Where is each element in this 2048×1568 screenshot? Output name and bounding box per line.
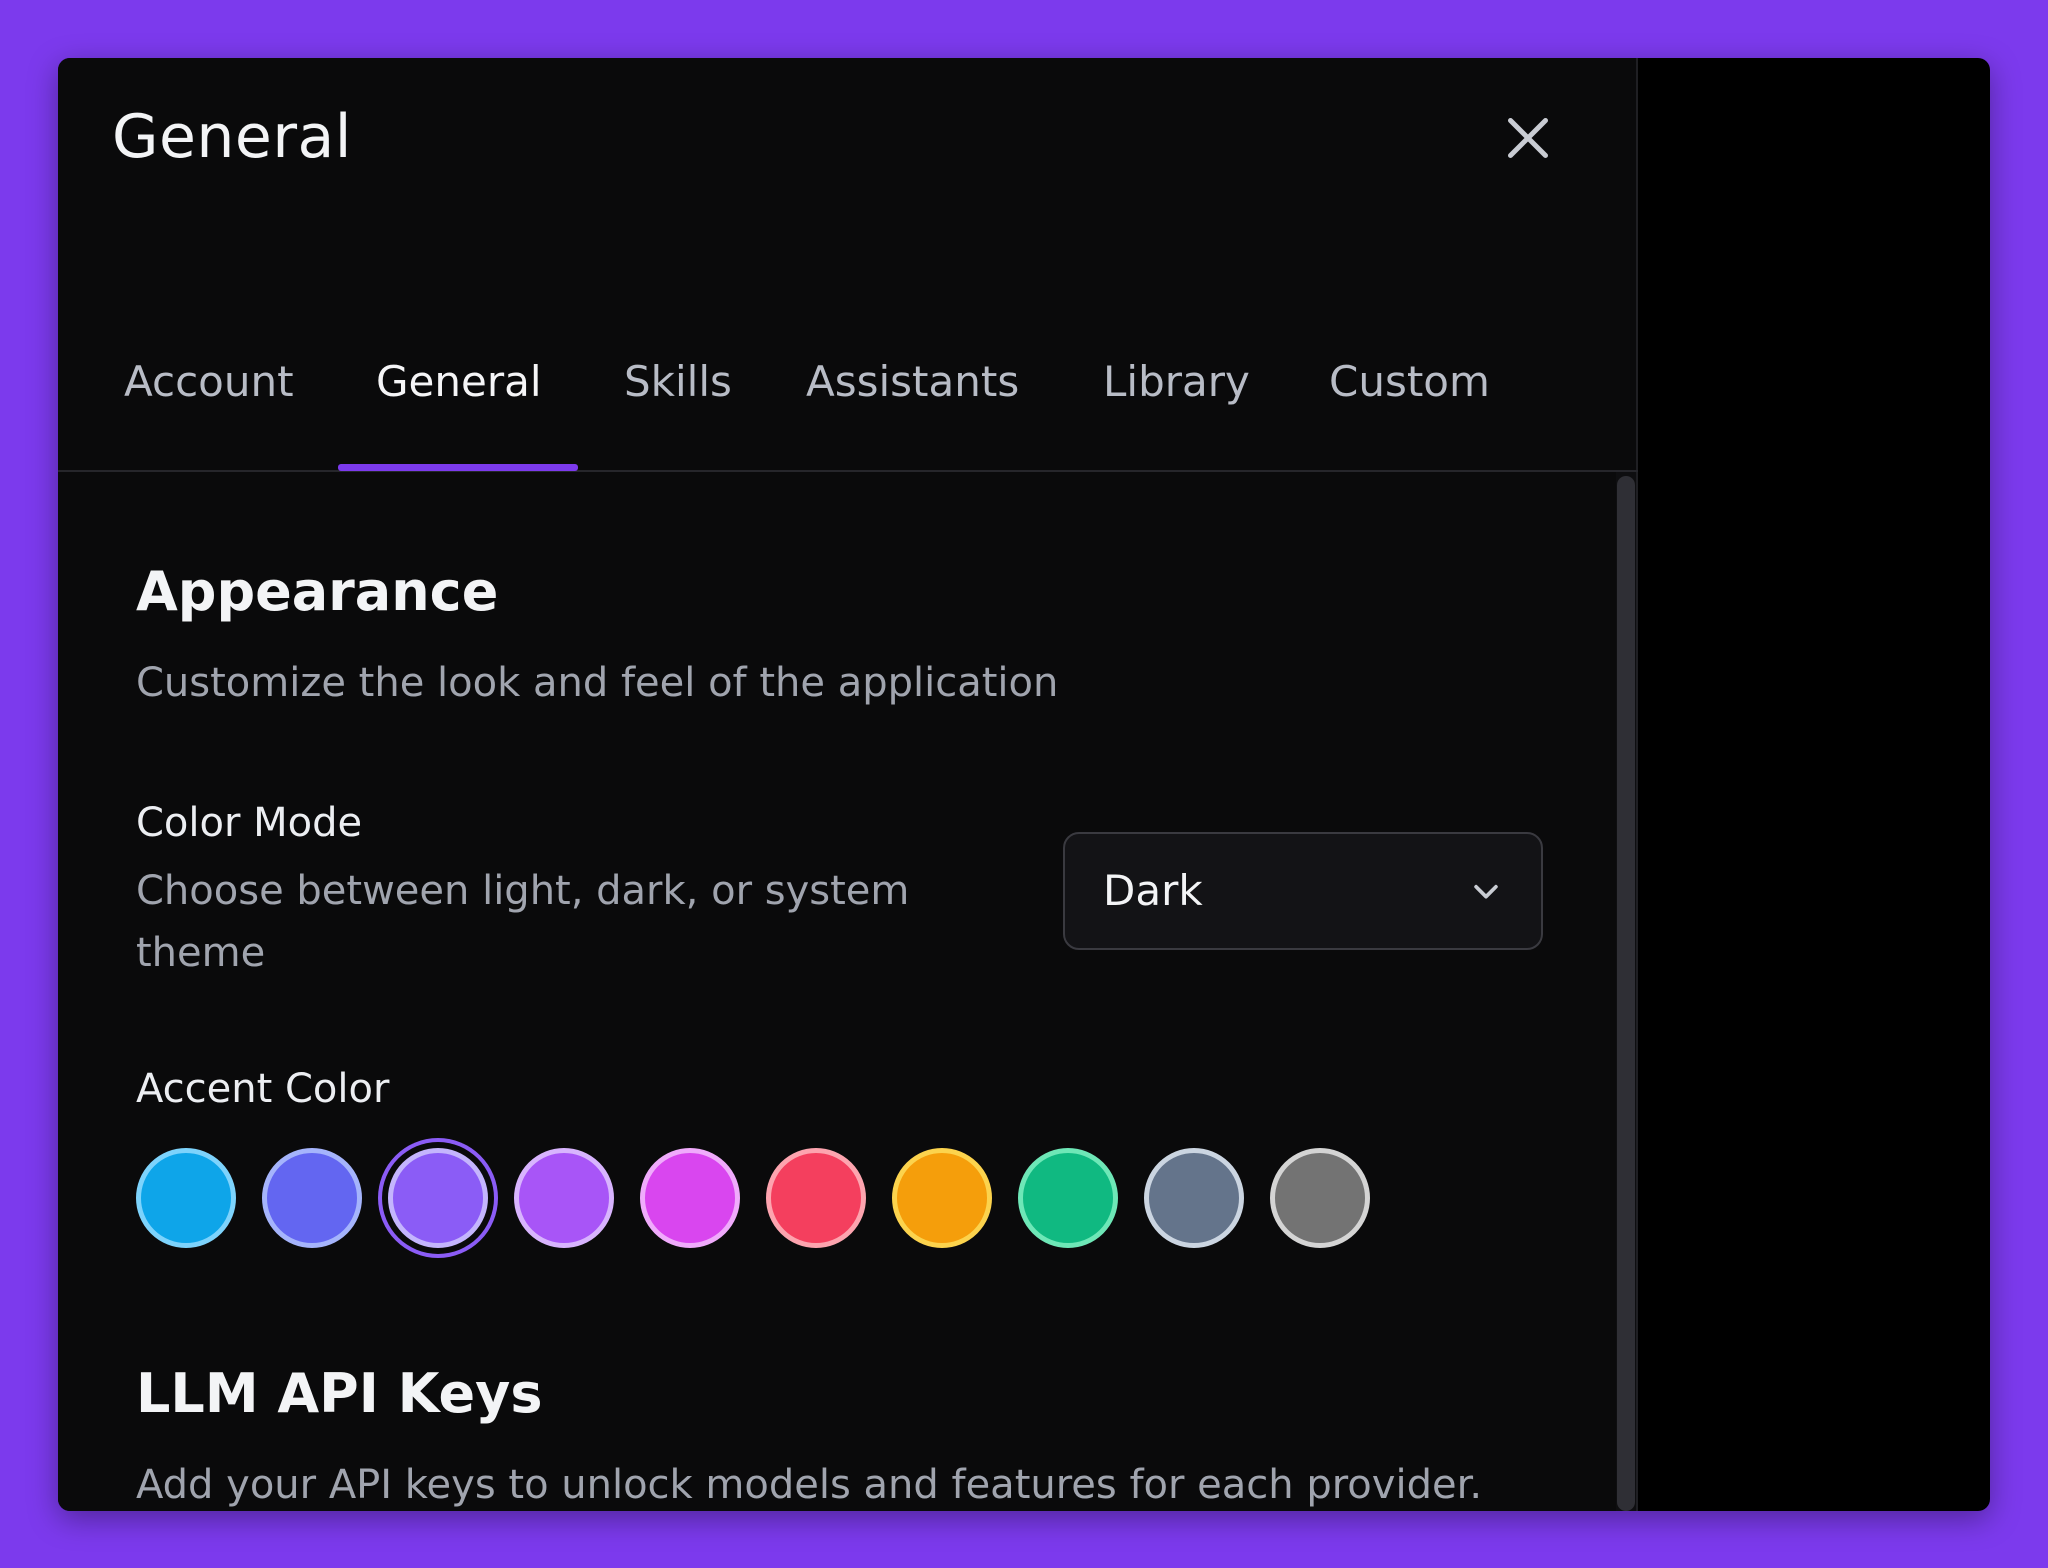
color-mode-description: Choose between light, dark, or system th…	[136, 868, 910, 976]
color-mode-select[interactable]: Dark	[1063, 832, 1543, 950]
color-mode-selected-value: Dark	[1103, 866, 1203, 915]
dialog-title: General	[112, 102, 352, 172]
accent-swatch-neutral[interactable]	[1270, 1148, 1370, 1248]
appearance-heading: Appearance	[136, 560, 499, 623]
llm-api-keys-description: Add your API keys to unlock models and f…	[136, 1462, 1483, 1508]
accent-swatch-purple[interactable]	[514, 1148, 614, 1248]
accent-color-label: Accent Color	[136, 1066, 390, 1112]
scrollbar-thumb[interactable]	[1617, 476, 1635, 1511]
tab-assistants[interactable]: Assistants	[806, 320, 1019, 472]
accent-swatch-violet[interactable]	[388, 1148, 488, 1248]
close-icon	[1508, 118, 1548, 158]
accent-swatch-slate[interactable]	[1144, 1148, 1244, 1248]
appearance-description: Customize the look and feel of the appli…	[136, 660, 1059, 706]
tab-skills[interactable]: Skills	[624, 320, 732, 472]
tab-library[interactable]: Library	[1103, 320, 1250, 472]
close-button[interactable]	[1498, 108, 1558, 168]
chevron-down-icon	[1469, 874, 1503, 908]
active-tab-indicator	[338, 464, 578, 471]
settings-window: General Account General Skills Assistant…	[58, 58, 1990, 1511]
settings-panel: General Account General Skills Assistant…	[58, 58, 1638, 1511]
settings-tabs: Account General Skills Assistants Librar…	[58, 320, 1638, 472]
accent-swatch-emerald[interactable]	[1018, 1148, 1118, 1248]
tab-account[interactable]: Account	[124, 320, 294, 472]
llm-api-keys-heading: LLM API Keys	[136, 1362, 543, 1425]
accent-swatch-sky[interactable]	[136, 1148, 236, 1248]
accent-swatch-amber[interactable]	[892, 1148, 992, 1248]
tab-general[interactable]: General	[376, 320, 542, 472]
accent-color-swatches	[136, 1148, 1436, 1298]
color-mode-label: Color Mode	[136, 800, 363, 846]
accent-swatch-fuchsia[interactable]	[640, 1148, 740, 1248]
tab-custom[interactable]: Custom	[1329, 320, 1490, 472]
accent-swatch-indigo[interactable]	[262, 1148, 362, 1248]
accent-swatch-rose[interactable]	[766, 1148, 866, 1248]
